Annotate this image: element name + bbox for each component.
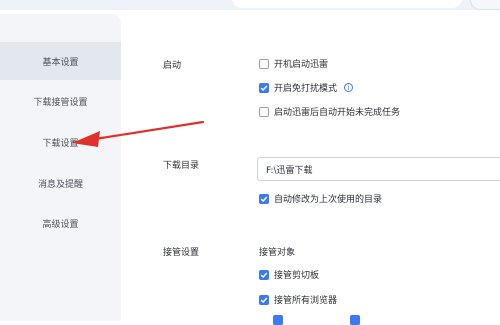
window-top-strip bbox=[0, 0, 500, 10]
sidebar-item-label: 下载设置 bbox=[42, 138, 79, 149]
option-label: 开启免打扰模式 bbox=[274, 84, 338, 94]
sidebar-item-download-settings[interactable]: 下载设置 bbox=[0, 123, 121, 161]
download-path-input[interactable]: F:\迅雷下载 bbox=[257, 157, 500, 181]
option-label: 接管剪切板 bbox=[274, 271, 320, 281]
checkbox[interactable] bbox=[259, 294, 269, 305]
checkbox[interactable] bbox=[259, 269, 269, 280]
checkbox[interactable] bbox=[259, 58, 269, 69]
top-right-control[interactable] bbox=[470, 0, 500, 10]
option-label: 开机启动迅雷 bbox=[274, 60, 329, 70]
option-label: 启动迅雷后自动开始未完成任务 bbox=[274, 108, 401, 118]
option-takeover-clipboard[interactable]: 接管剪切板 bbox=[259, 268, 319, 281]
sidebar-item-advanced[interactable]: 高级设置 bbox=[0, 204, 121, 242]
info-icon[interactable]: i bbox=[344, 83, 354, 92]
sidebar-item-label: 下载接管设置 bbox=[33, 97, 88, 108]
checkbox[interactable] bbox=[259, 82, 269, 93]
checkbox-partial[interactable] bbox=[273, 315, 283, 325]
sidebar-item-notifications[interactable]: 消息及提醒 bbox=[0, 164, 121, 202]
active-window-tab[interactable] bbox=[232, 0, 462, 8]
sidebar-item-label: 基本设置 bbox=[42, 57, 79, 68]
settings-sidebar: 基本设置 下载接管设置 下载设置 消息及提醒 高级设置 bbox=[0, 14, 121, 321]
takeover-subheading: 接管对象 bbox=[259, 248, 296, 258]
startup-section-label: 启动 bbox=[163, 61, 182, 71]
option-label: 接管所有浏览器 bbox=[274, 296, 338, 306]
option-launch-on-boot[interactable]: 开机启动迅雷 bbox=[259, 57, 328, 70]
takeover-section-label: 接管设置 bbox=[163, 248, 200, 258]
sidebar-item-download-takeover[interactable]: 下载接管设置 bbox=[0, 82, 121, 120]
option-auto-modify-dir[interactable]: 自动修改为上次使用的目录 bbox=[259, 192, 382, 205]
download-path-value: F:\迅雷下载 bbox=[266, 165, 313, 176]
download-dir-section-label: 下载目录 bbox=[163, 161, 200, 171]
sidebar-item-label: 高级设置 bbox=[42, 219, 79, 230]
sidebar-item-basic-settings[interactable]: 基本设置 bbox=[0, 42, 121, 80]
option-do-not-disturb[interactable]: 开启免打扰模式 i bbox=[259, 81, 354, 94]
option-label: 自动修改为上次使用的目录 bbox=[274, 195, 383, 205]
checkbox[interactable] bbox=[259, 193, 269, 204]
checkbox[interactable] bbox=[259, 106, 269, 117]
sidebar-item-label: 消息及提醒 bbox=[37, 179, 83, 190]
option-auto-resume-tasks[interactable]: 启动迅雷后自动开始未完成任务 bbox=[259, 105, 400, 118]
option-takeover-all-browsers[interactable]: 接管所有浏览器 bbox=[259, 293, 337, 306]
checkbox-partial[interactable] bbox=[350, 315, 360, 325]
